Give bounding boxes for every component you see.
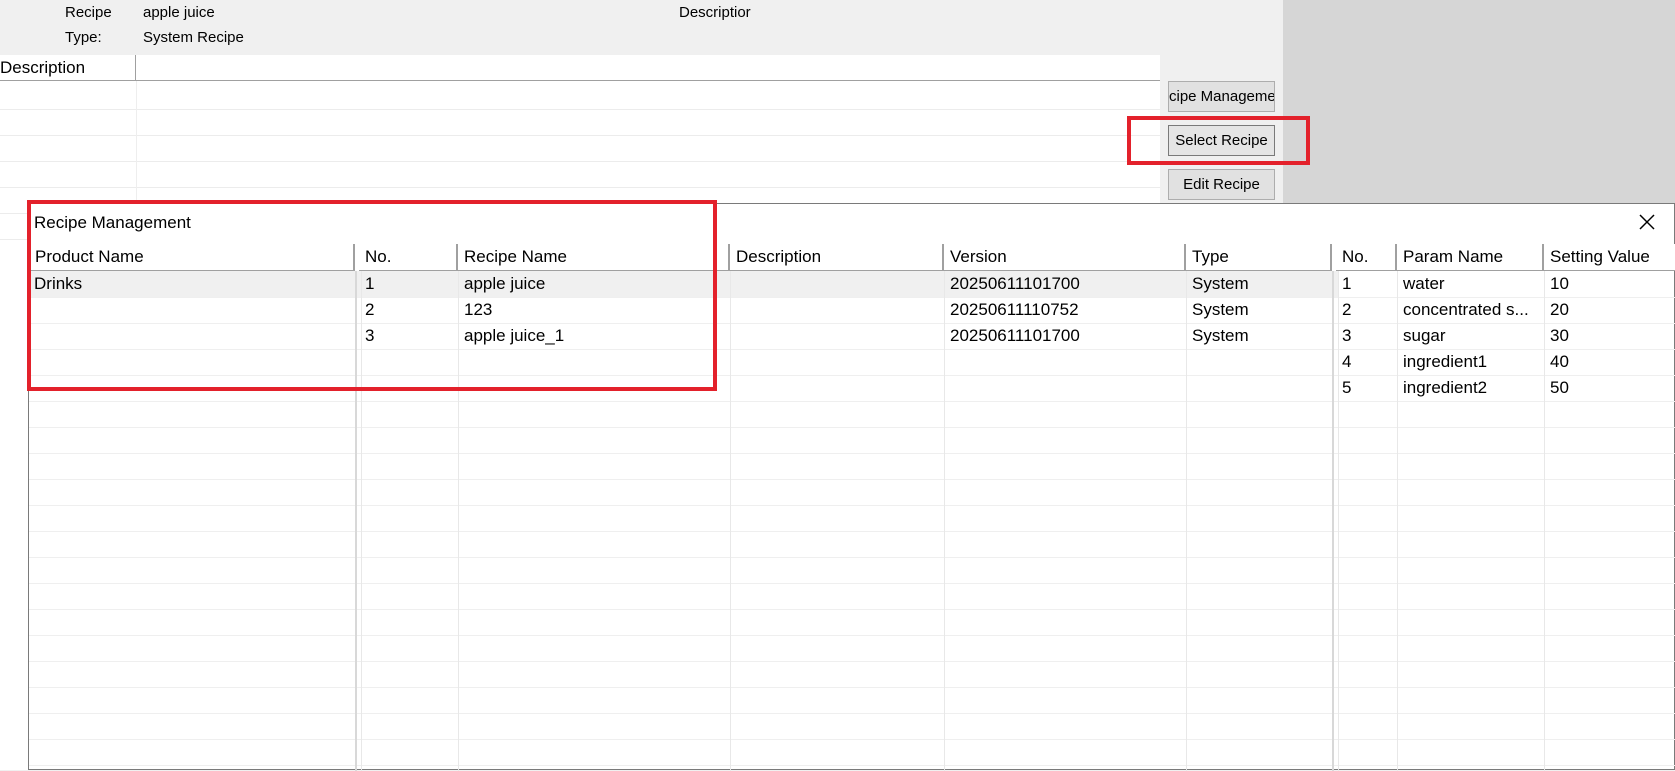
description-label: Descriptior [679, 4, 751, 21]
recipe-description[interactable] [736, 323, 940, 349]
header-version[interactable]: Version [944, 244, 1186, 271]
recipe-type[interactable]: System [1192, 297, 1328, 323]
param-name[interactable]: ingredient2 [1403, 375, 1540, 401]
recipe-version[interactable]: 20250611101700 [950, 271, 1182, 297]
param-name[interactable]: ingredient1 [1403, 349, 1540, 375]
recipe-type[interactable]: System [1192, 323, 1328, 349]
close-icon[interactable] [1635, 210, 1659, 234]
recipe-version[interactable]: 20250611101700 [950, 323, 1182, 349]
param-name[interactable]: concentrated s... [1403, 297, 1540, 323]
recipe-value: apple juice [143, 4, 215, 21]
param-no[interactable]: 2 [1342, 297, 1394, 323]
edit-recipe-button[interactable]: Edit Recipe [1168, 169, 1275, 200]
recipe-type[interactable]: System [1192, 271, 1328, 297]
param-no[interactable]: 5 [1342, 375, 1394, 401]
header-param-name[interactable]: Param Name [1397, 244, 1544, 271]
list-header: Description [0, 55, 1160, 81]
param-value[interactable]: 10 [1550, 271, 1672, 297]
recipe-version[interactable]: 20250611110752 [950, 297, 1182, 323]
header-separator [135, 55, 136, 80]
type-label: Type: [65, 29, 102, 46]
param-name[interactable]: water [1403, 271, 1540, 297]
select-recipe-highlight [1127, 116, 1310, 165]
param-no[interactable]: 4 [1342, 349, 1394, 375]
param-value[interactable]: 30 [1550, 323, 1672, 349]
param-value[interactable]: 50 [1550, 375, 1672, 401]
param-value[interactable]: 20 [1550, 297, 1672, 323]
param-value[interactable]: 40 [1550, 349, 1672, 375]
recipe-label: Recipe [65, 4, 112, 21]
header-description[interactable]: Description [730, 244, 944, 271]
recipe-description[interactable] [736, 271, 940, 297]
list-header-description[interactable]: Description [0, 58, 133, 78]
type-value: System Recipe [143, 29, 244, 46]
recipe-description[interactable] [736, 297, 940, 323]
header-type[interactable]: Type [1186, 244, 1332, 271]
recipe-management-button[interactable]: cipe Manageme [1168, 81, 1275, 112]
recipe-list-highlight [27, 200, 717, 391]
header-setting-value[interactable]: Setting Value [1544, 244, 1675, 271]
param-no[interactable]: 3 [1342, 323, 1394, 349]
param-name[interactable]: sugar [1403, 323, 1540, 349]
header-param-no[interactable]: No. [1336, 244, 1397, 271]
param-no[interactable]: 1 [1342, 271, 1394, 297]
